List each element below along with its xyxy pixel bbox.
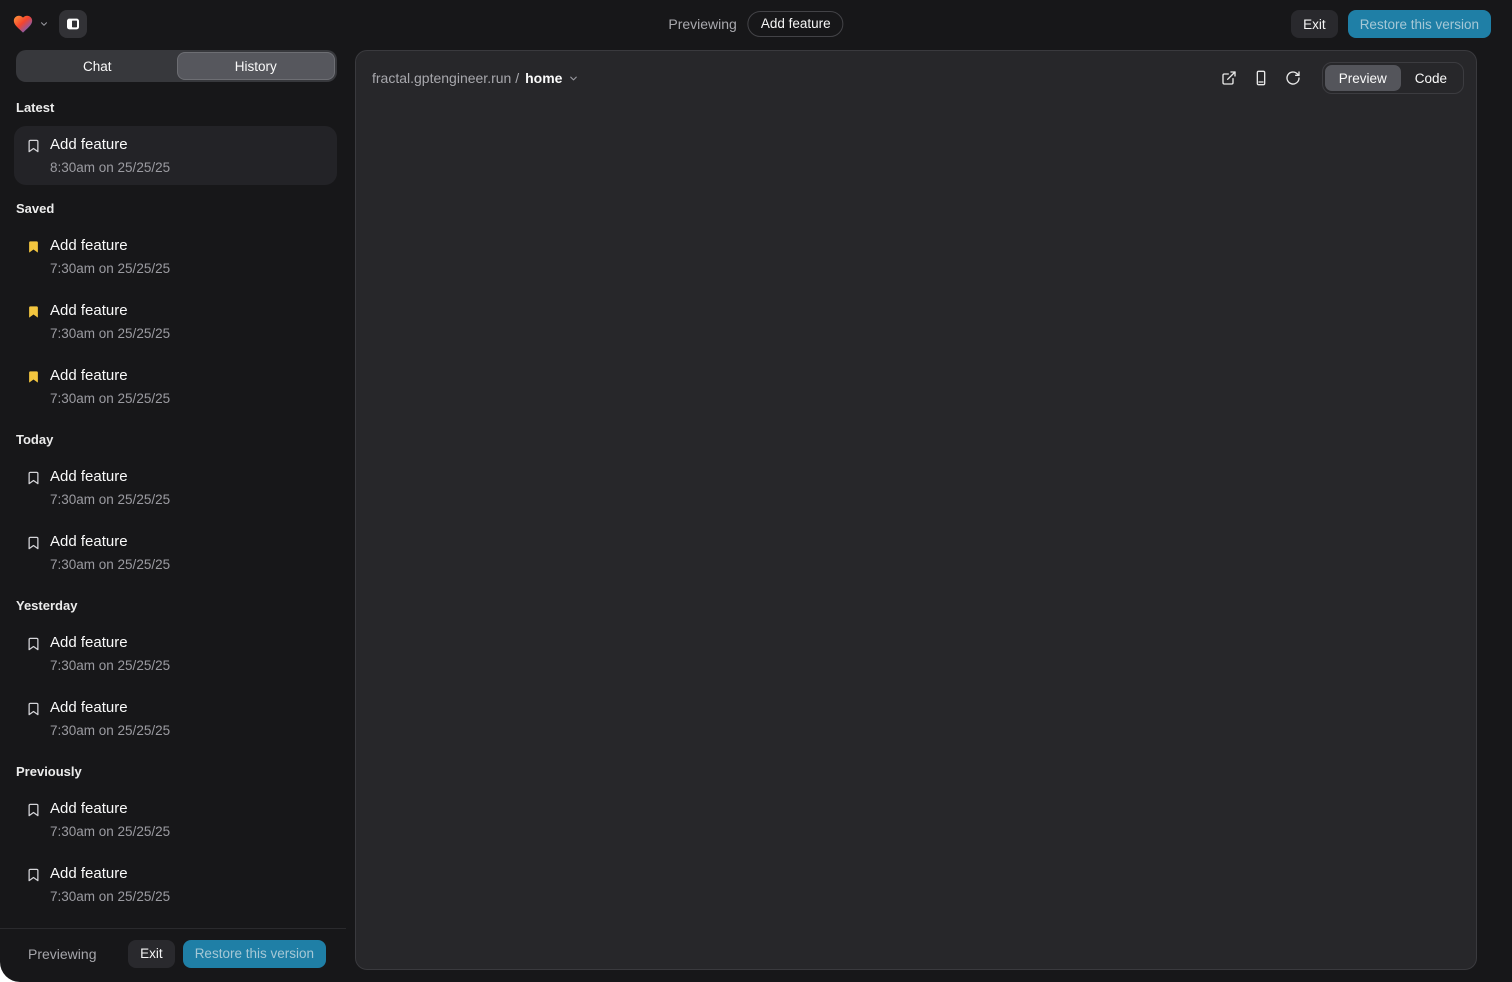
bookmark-icon — [26, 239, 41, 255]
chevron-down-icon — [39, 19, 49, 29]
history-item-time: 7:30am on 25/25/25 — [50, 261, 170, 276]
bookmark-icon — [26, 304, 41, 320]
preview-url-selector[interactable]: fractal.gptengineer.run / home — [372, 70, 579, 86]
preview-viewport — [356, 97, 1476, 969]
history-item-title: Add feature — [50, 367, 170, 384]
version-badge: Add feature — [748, 11, 844, 37]
preview-url-prefix: fractal.gptengineer.run / — [372, 70, 519, 86]
bookmark-icon — [26, 867, 41, 883]
history-item-time: 7:30am on 25/25/25 — [50, 889, 170, 904]
open-in-new-tab-button[interactable] — [1216, 65, 1242, 91]
history-item-title: Add feature — [50, 634, 170, 651]
panel-left-icon — [65, 16, 81, 32]
history-item-title: Add feature — [50, 302, 170, 319]
bookmark-icon — [26, 470, 41, 486]
history-item[interactable]: Add feature 7:30am on 25/25/25 — [14, 855, 337, 914]
history-item-title: Add feature — [50, 237, 170, 254]
sidebar-toggle-button[interactable] — [59, 10, 87, 38]
exit-button-footer[interactable]: Exit — [128, 940, 175, 968]
history-item-title: Add feature — [50, 136, 170, 153]
history-section-title: Yesterday — [16, 598, 335, 613]
refresh-preview-button[interactable] — [1280, 65, 1306, 91]
bookmark-icon — [26, 636, 41, 652]
history-item-title: Add feature — [50, 699, 170, 716]
tab-history[interactable]: History — [177, 52, 336, 80]
tab-preview[interactable]: Preview — [1325, 65, 1401, 91]
history-item-title: Add feature — [50, 533, 170, 550]
history-item-time: 7:30am on 25/25/25 — [50, 658, 170, 673]
restore-version-button-footer[interactable]: Restore this version — [183, 940, 326, 968]
preview-header: fractal.gptengineer.run / home Preview C… — [356, 51, 1476, 97]
mobile-view-button[interactable] — [1248, 65, 1274, 91]
restore-version-button[interactable]: Restore this version — [1348, 10, 1491, 38]
topbar: Previewing Add feature Exit Restore this… — [0, 0, 1512, 48]
history-item-time: 7:30am on 25/25/25 — [50, 326, 170, 341]
previewing-status-footer: Previewing — [28, 946, 96, 962]
preview-panel: fractal.gptengineer.run / home Preview C… — [355, 50, 1477, 970]
chevron-down-icon — [568, 73, 579, 84]
bookmark-icon — [26, 369, 41, 385]
history-item-time: 8:30am on 25/25/25 — [50, 160, 170, 175]
bookmark-icon — [26, 802, 41, 818]
history-list: Latest Add feature 8:30am on 25/25/25 Sa… — [0, 84, 346, 928]
history-item-title: Add feature — [50, 865, 170, 882]
external-link-icon — [1221, 70, 1237, 86]
preview-url-page: home — [525, 70, 562, 86]
history-item[interactable]: Add feature 7:30am on 25/25/25 — [14, 790, 337, 849]
tab-chat[interactable]: Chat — [18, 52, 177, 80]
sidebar-tabs: Chat History — [16, 50, 337, 82]
sidebar-footer: Previewing Exit Restore this version — [0, 928, 346, 982]
bookmark-icon — [26, 701, 41, 717]
history-item[interactable]: Add feature 7:30am on 25/25/25 — [14, 458, 337, 517]
history-item-title: Add feature — [50, 468, 170, 485]
history-section: Saved Add feature 7:30am on 25/25/25 Add… — [14, 201, 337, 416]
refresh-icon — [1285, 70, 1301, 86]
exit-button[interactable]: Exit — [1291, 10, 1338, 38]
tab-code[interactable]: Code — [1401, 65, 1461, 91]
history-section: Today Add feature 7:30am on 25/25/25 Add… — [14, 432, 337, 582]
heart-icon — [12, 13, 34, 35]
previewing-status: Previewing — [668, 16, 736, 32]
bookmark-icon — [26, 138, 41, 154]
history-section-title: Today — [16, 432, 335, 447]
history-item[interactable]: Add feature 7:30am on 25/25/25 — [14, 227, 337, 286]
history-section: Previously Add feature 7:30am on 25/25/2… — [14, 764, 337, 914]
history-section: Yesterday Add feature 7:30am on 25/25/25… — [14, 598, 337, 748]
history-section-title: Previously — [16, 764, 335, 779]
history-item[interactable]: Add feature 7:30am on 25/25/25 — [14, 523, 337, 582]
history-item-time: 7:30am on 25/25/25 — [50, 723, 170, 738]
history-item-time: 7:30am on 25/25/25 — [50, 391, 170, 406]
history-section: Latest Add feature 8:30am on 25/25/25 — [14, 100, 337, 185]
history-item-time: 7:30am on 25/25/25 — [50, 492, 170, 507]
history-section-title: Latest — [16, 100, 335, 115]
history-item-title: Add feature — [50, 800, 170, 817]
history-item[interactable]: Add feature 8:30am on 25/25/25 — [14, 126, 337, 185]
history-section-title: Saved — [16, 201, 335, 216]
history-item[interactable]: Add feature 7:30am on 25/25/25 — [14, 292, 337, 351]
page-corner-backdrop — [0, 960, 22, 982]
history-item[interactable]: Add feature 7:30am on 25/25/25 — [14, 357, 337, 416]
smartphone-icon — [1253, 70, 1269, 86]
history-item-time: 7:30am on 25/25/25 — [50, 824, 170, 839]
history-item[interactable]: Add feature 7:30am on 25/25/25 — [14, 624, 337, 683]
history-item-time: 7:30am on 25/25/25 — [50, 557, 170, 572]
history-sidebar: Chat History Latest Add feature 8:30am o… — [0, 48, 346, 982]
bookmark-icon — [26, 535, 41, 551]
history-item[interactable]: Add feature 7:30am on 25/25/25 — [14, 689, 337, 748]
preview-code-toggle: Preview Code — [1322, 62, 1464, 94]
app-logo-menu[interactable] — [12, 13, 49, 35]
